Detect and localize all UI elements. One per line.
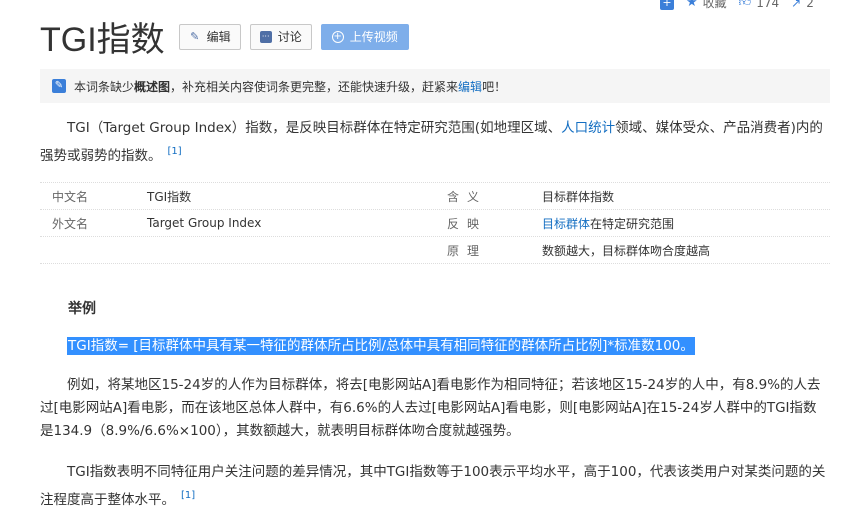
info-value-text: 在特定研究范围	[590, 216, 675, 231]
plus-square-icon: +	[660, 0, 674, 10]
section-heading: 举例	[68, 301, 96, 317]
formula-text: TGI指数= [目标群体中具有某一特征的群体所占比例/总体中具有相同特征的群体所…	[67, 337, 695, 355]
plus-circle-icon: +	[331, 30, 344, 43]
notice-prefix: 本词条缺少	[74, 79, 135, 94]
intro-paragraph: TGI（Target Group Index）指数，是反映目标群体在特定研究范围…	[40, 117, 830, 168]
info-value: 数额越大，目标群体吻合度越高	[542, 243, 711, 258]
notice-middle: ，补充相关内容使词条更完整，还能快速升级，赶紧来	[170, 79, 459, 94]
collect-label: 收藏	[702, 0, 727, 10]
target-group-link[interactable]: 目标群体	[542, 217, 590, 231]
chat-icon: ···	[259, 30, 272, 43]
page-title: TGI指数	[40, 21, 165, 59]
discuss-label: 讨论	[277, 30, 302, 44]
formula-line: TGI指数= [目标群体中具有某一特征的群体所占比例/总体中具有相同特征的群体所…	[67, 335, 695, 358]
info-key: 含义	[447, 189, 488, 204]
notice-bar: ✎ 本词条缺少 概述图 ，补充相关内容使词条更完整，还能快速升级，赶紧来 编辑 吧！	[40, 69, 830, 103]
info-key: 原理	[447, 243, 488, 258]
add-button[interactable]: +	[660, 0, 674, 10]
info-key: 反映	[447, 216, 488, 231]
notice-edit-link[interactable]: 编辑	[458, 78, 482, 95]
reference-link[interactable]: [1]	[168, 146, 182, 157]
info-value: Target Group Index	[147, 216, 262, 230]
edit-button[interactable]: ✎ 编辑	[178, 23, 241, 50]
thumbs-up-icon: 👍︎	[738, 0, 752, 9]
notice-bold: 概述图	[134, 79, 171, 94]
info-table: 中文名 TGI指数 含义 目标群体指数 外文名 Target Group Ind…	[40, 182, 830, 264]
edit-label: 编辑	[206, 30, 231, 44]
upload-video-button[interactable]: + 上传视频	[320, 23, 409, 50]
info-row: 外文名 Target Group Index 反映 目标群体在特定研究范围	[40, 210, 830, 237]
info-key: 外文名	[52, 216, 89, 231]
population-statistics-link[interactable]: 人口统计	[561, 120, 615, 136]
reference-link[interactable]: [1]	[181, 490, 195, 501]
intro-text-before: TGI（Target Group Index）指数，是反映目标群体在特定研究范围…	[67, 120, 562, 136]
info-row: 原理 数额越大，目标群体吻合度越高	[40, 237, 830, 264]
pencil-icon: ✎	[190, 29, 200, 43]
pencil-icon: ✎	[52, 79, 66, 93]
share-button[interactable]: ↗ 2	[791, 0, 814, 10]
closing-text: TGI指数表明不同特征用户关注问题的差异情况，其中TGI指数等于100表示平均水…	[40, 464, 826, 508]
like-count: 174	[756, 0, 780, 10]
collect-button[interactable]: ★ 收藏	[686, 0, 727, 11]
info-row: 中文名 TGI指数 含义 目标群体指数	[40, 183, 830, 210]
upload-video-label: 上传视频	[349, 30, 398, 44]
like-button[interactable]: 👍︎ 174	[739, 0, 779, 10]
share-icon: ↗	[791, 0, 802, 10]
share-count: 2	[806, 0, 814, 10]
info-value: TGI指数	[147, 189, 192, 204]
top-action-bar: + ★ 收藏 👍︎ 174 ↗ 2	[660, 0, 826, 11]
info-key: 中文名	[52, 189, 89, 204]
star-icon: ★	[686, 0, 698, 10]
info-value: 目标群体在特定研究范围	[542, 215, 674, 232]
example-paragraph: 例如，将某地区15-24岁的人作为目标群体，将去[电影网站A]看电影作为相同特征…	[40, 377, 821, 439]
closing-paragraph: TGI指数表明不同特征用户关注问题的差异情况，其中TGI指数等于100表示平均水…	[40, 461, 830, 512]
title-row: TGI指数 ✎ 编辑 ··· 讨论 + 上传视频	[40, 12, 418, 61]
info-value: 目标群体指数	[542, 189, 615, 204]
notice-suffix: 吧！	[482, 79, 507, 94]
discuss-button[interactable]: ··· 讨论	[249, 23, 312, 50]
